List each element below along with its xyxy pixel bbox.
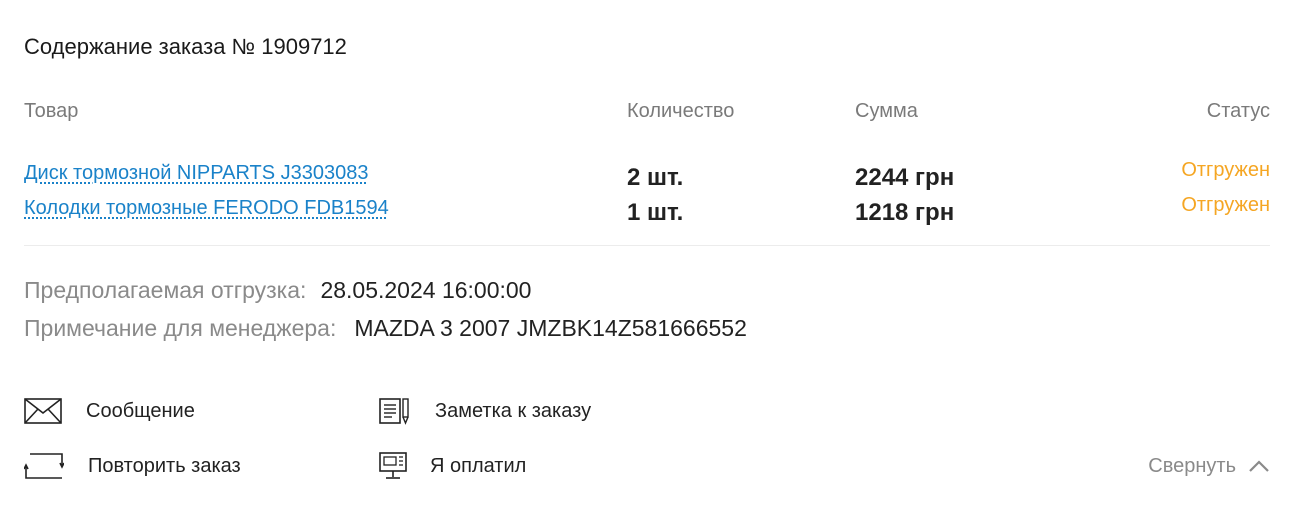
product-link[interactable]: Колодки тормозные FERODO FDB1594: [24, 197, 389, 220]
note-icon: [378, 396, 418, 426]
column-header-quantity: Количество: [627, 100, 735, 122]
collapse-button[interactable]: Свернуть: [1148, 451, 1272, 481]
repeat-order-button[interactable]: Повторить заказ: [24, 451, 241, 481]
status-badge: Отгружен: [1181, 159, 1270, 181]
shipment-value: 28.05.2024 16:00:00: [320, 277, 532, 303]
table-row: Колодки тормозные FERODO FDB1594 1 шт. 1…: [0, 193, 1296, 229]
table-row: Диск тормозной NIPPARTS J3303083 2 шт. 2…: [0, 158, 1296, 194]
repeat-order-label: Повторить заказ: [88, 454, 241, 477]
shipment-info: Предполагаемая отгрузка: 28.05.2024 16:00…: [24, 277, 531, 304]
product-link[interactable]: Диск тормозной NIPPARTS J3303083: [24, 162, 369, 185]
column-header-product: Товар: [24, 100, 79, 122]
order-note-label: Заметка к заказу: [435, 399, 592, 422]
quantity-value: 1 шт.: [627, 199, 684, 226]
order-title: Содержание заказа № 1909712: [24, 34, 347, 59]
sum-value: 2244 грн: [855, 164, 955, 191]
i-paid-label: Я оплатил: [430, 454, 527, 477]
payment-terminal-icon: [378, 451, 418, 481]
envelope-icon: [24, 396, 64, 426]
manager-note-label: Примечание для менеджера:: [24, 315, 337, 341]
collapse-label: Свернуть: [1148, 454, 1236, 477]
divider: [24, 245, 1270, 246]
message-label: Сообщение: [86, 399, 195, 422]
manager-note-value: MAZDA 3 2007 JMZBK14Z581666552: [354, 315, 747, 341]
message-button[interactable]: Сообщение: [24, 396, 195, 426]
column-header-sum: Сумма: [855, 100, 918, 122]
repeat-icon: [24, 451, 64, 481]
order-note-button[interactable]: Заметка к заказу: [378, 396, 591, 426]
quantity-value: 2 шт.: [627, 164, 684, 191]
i-paid-button[interactable]: Я оплатил: [378, 451, 526, 481]
column-header-status: Статус: [1206, 100, 1270, 122]
status-badge: Отгружен: [1181, 194, 1270, 216]
sum-value: 1218 грн: [855, 199, 955, 226]
manager-note-info: Примечание для менеджера: MAZDA 3 2007 JM…: [24, 315, 747, 342]
shipment-label: Предполагаемая отгрузка:: [24, 277, 307, 303]
chevron-up-icon: [1246, 456, 1272, 476]
